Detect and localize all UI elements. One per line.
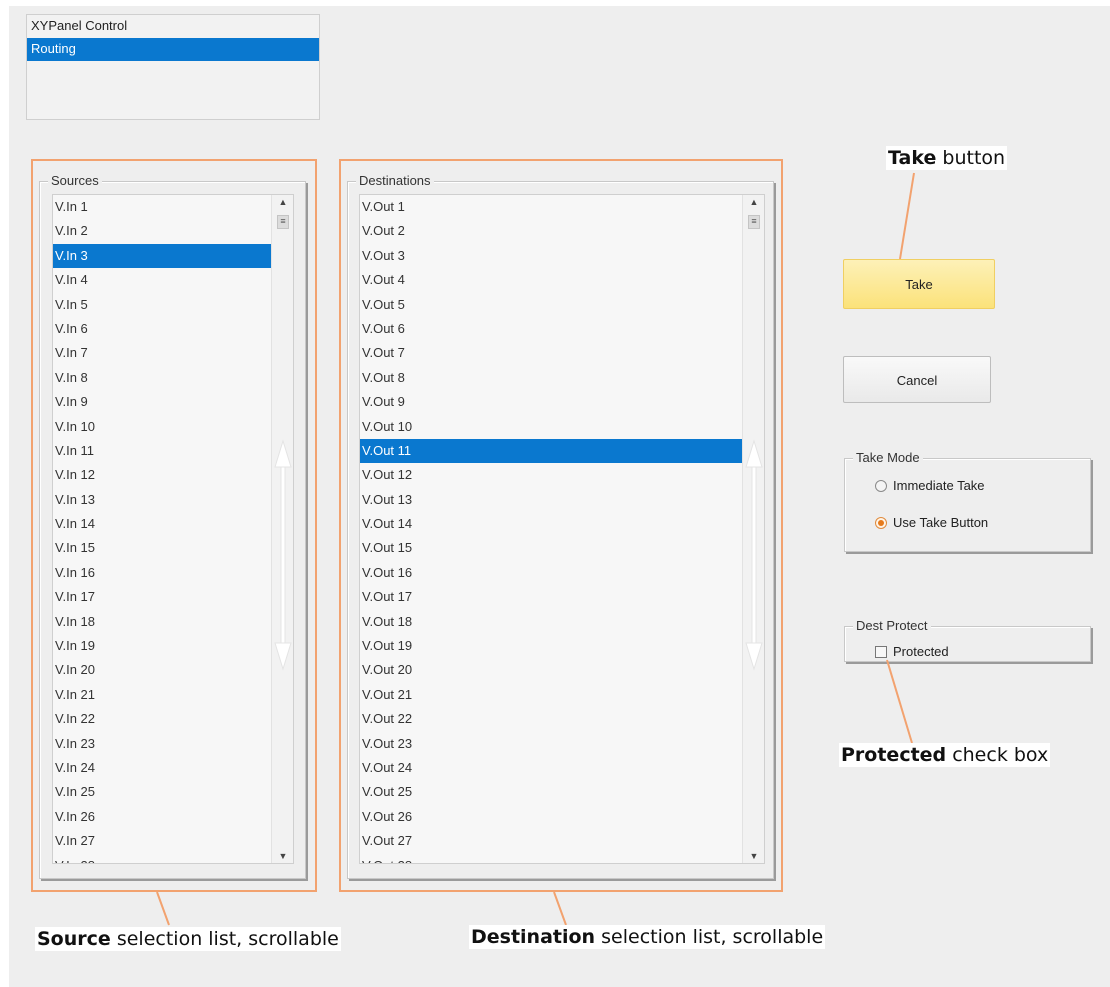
source-callout: Source selection list, scrollable — [35, 927, 341, 951]
protected-callout: Protected check box — [839, 743, 1051, 767]
take-callout: Take button — [886, 146, 1008, 170]
destination-callout: Destination selection list, scrollable — [469, 925, 826, 949]
